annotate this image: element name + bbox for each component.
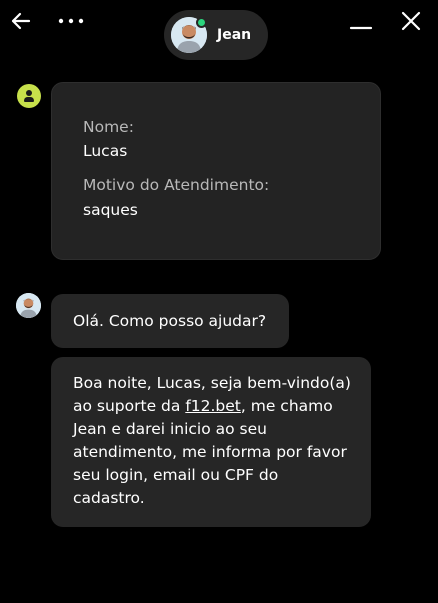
- reason-value: saques: [83, 201, 138, 219]
- arrow-left-icon[interactable]: [8, 8, 34, 34]
- message-line: seu login, email ou CPF do: [73, 466, 279, 484]
- message-line: Boa noite, Lucas, seja bem-vindo(a): [73, 374, 351, 392]
- message-bubble: Olá. Como posso ajudar?: [51, 294, 289, 348]
- more-horizontal-icon[interactable]: [56, 8, 86, 34]
- agent-message-avatar: [16, 293, 41, 318]
- online-status-dot: [196, 17, 207, 28]
- f12-bet-link[interactable]: f12.bet: [185, 397, 241, 415]
- user-info-card: Nome: Lucas Motivo do Atendimento: saque…: [51, 82, 381, 260]
- agent-chip[interactable]: Jean: [164, 10, 268, 60]
- agent-name: Jean: [217, 27, 252, 43]
- message-line: cadastro.: [73, 489, 145, 507]
- close-icon[interactable]: [398, 8, 424, 34]
- minimize-icon[interactable]: [348, 10, 374, 36]
- message-line: ao suporte da f12.bet, me chamo: [73, 397, 333, 415]
- message-bubble: Boa noite, Lucas, seja bem-vindo(a) ao s…: [51, 357, 371, 527]
- reason-label: Motivo do Atendimento:: [83, 176, 270, 194]
- name-value: Lucas: [83, 142, 128, 160]
- message-line: atendimento, me informa por favor: [73, 443, 347, 461]
- user-icon: [26, 90, 32, 96]
- user-avatar: [17, 84, 41, 108]
- name-label: Nome:: [83, 118, 134, 136]
- message-line: Jean e darei inicio ao seu: [73, 420, 267, 438]
- chat-header: Jean: [0, 0, 438, 70]
- message-text: Olá. Como posso ajudar?: [73, 312, 267, 330]
